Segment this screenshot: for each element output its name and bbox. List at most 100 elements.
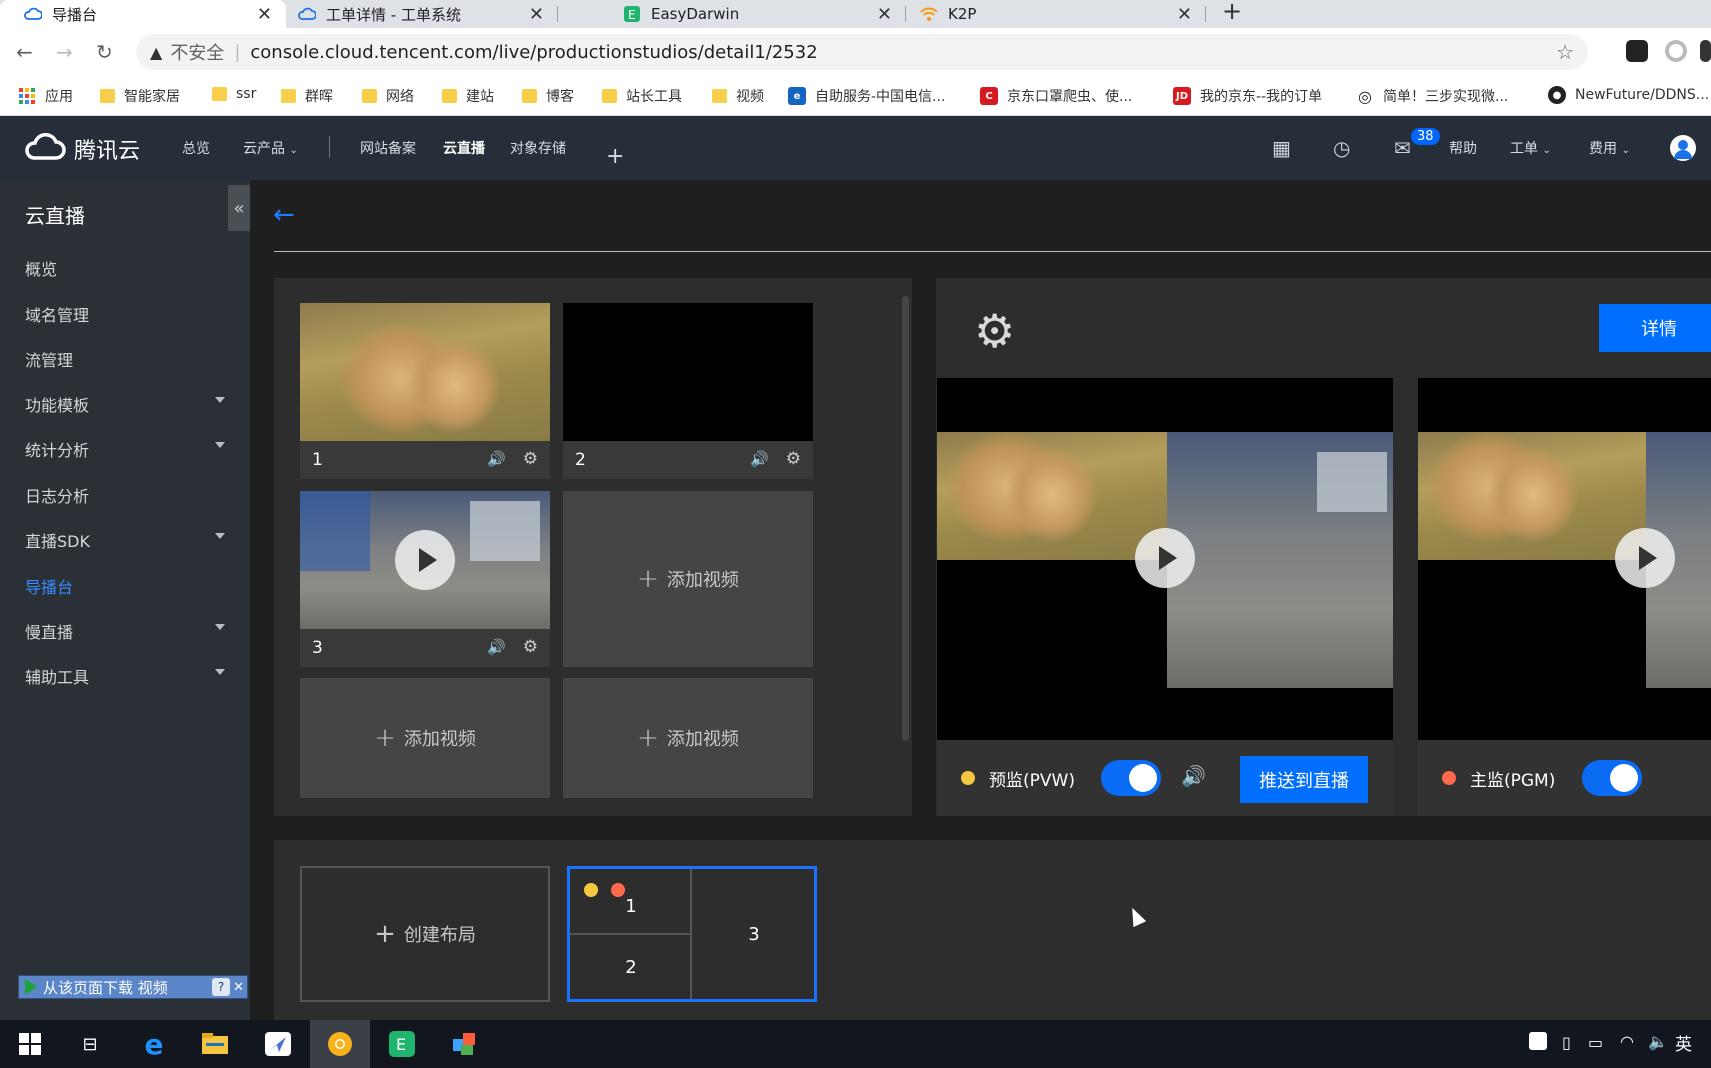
close-icon[interactable]: ✕ (1177, 4, 1192, 25)
play-icon[interactable] (1135, 528, 1195, 588)
forward-icon[interactable]: → (56, 40, 73, 64)
collapse-sidebar-button[interactable]: « (228, 185, 250, 231)
close-icon[interactable]: ✕ (233, 980, 244, 995)
chrome-icon[interactable] (324, 1028, 356, 1060)
sidebar-item-logs[interactable]: 日志分析 (25, 483, 225, 507)
bookmark-link[interactable]: e 自助服务-中国电信... (788, 86, 945, 106)
help-icon[interactable]: ? (212, 978, 231, 996)
mail-icon[interactable]: ✉ (1394, 136, 1411, 160)
nav-live[interactable]: 云直播 (443, 138, 485, 158)
browser-tab-3[interactable]: E EasyDarwin ✕ (558, 0, 906, 28)
app-taskbar-icon[interactable] (448, 1028, 480, 1060)
volume-icon[interactable]: 🔊 (487, 450, 506, 468)
gear-icon[interactable]: ⚙ (974, 304, 1015, 358)
nav-help[interactable]: 帮助 (1449, 138, 1477, 158)
file-explorer-icon[interactable] (199, 1028, 231, 1060)
tray-app-icon[interactable] (1529, 1032, 1547, 1050)
address-bar[interactable]: ▲ 不安全 | console.cloud.tencent.com/live/p… (136, 34, 1588, 70)
volume-icon[interactable]: 🔊 (750, 450, 769, 468)
gear-icon[interactable]: ⚙ (786, 449, 801, 469)
gear-icon[interactable]: ⚙ (523, 637, 538, 657)
new-tab-button[interactable]: + (1222, 0, 1242, 23)
source-tile-1[interactable]: 1 🔊 ⚙ (300, 303, 550, 479)
edge-browser-icon[interactable]: e (138, 1028, 170, 1061)
back-arrow-icon[interactable]: ← (273, 200, 295, 230)
add-video-button[interactable]: + 添加视频 (300, 678, 550, 798)
reload-icon[interactable]: ↻ (96, 40, 113, 64)
add-video-button[interactable]: + 添加视频 (563, 491, 813, 667)
extension-icon[interactable] (1626, 40, 1648, 62)
play-icon[interactable] (1615, 528, 1675, 588)
source-number: 1 (312, 450, 323, 470)
bookmark-link[interactable]: JD 我的京东--我的订单 (1173, 86, 1322, 106)
star-icon[interactable]: ☆ (1556, 40, 1574, 64)
bookmark-apps[interactable]: 应用 (18, 86, 73, 106)
bookmark-folder[interactable]: 群晖 (281, 86, 333, 106)
video-download-bar[interactable]: 从该页面下载 视频 ? ✕ (18, 975, 248, 999)
battery-icon[interactable]: ▭ (1588, 1033, 1603, 1052)
speaker-icon[interactable]: 🔈 (1648, 1032, 1668, 1051)
sidebar-item-streams[interactable]: 流管理 (25, 347, 225, 371)
browser-tab-2[interactable]: 工单详情 - 工单系统 ✕ (286, 0, 558, 28)
add-video-button[interactable]: + 添加视频 (563, 678, 813, 798)
easydarwin-taskbar-icon[interactable]: E (386, 1028, 418, 1060)
close-icon[interactable]: ✕ (257, 4, 272, 25)
bookmark-folder[interactable]: ssr (212, 86, 256, 102)
add-shortcut-button[interactable]: + (606, 144, 624, 169)
bookmark-folder[interactable]: 视频 (712, 86, 764, 106)
qr-code-icon[interactable]: ▦ (1272, 136, 1291, 160)
source-tile-2[interactable]: 2 🔊 ⚙ (563, 303, 813, 479)
usb-icon[interactable]: ▯ (1562, 1033, 1571, 1052)
bookmark-link[interactable]: ◎ 简单！三步实现微... (1356, 86, 1508, 106)
bookmark-folder[interactable]: 智能家居 (100, 86, 180, 106)
scrollbar[interactable] (902, 296, 909, 741)
windows-start-icon[interactable] (14, 1028, 46, 1060)
browser-tab-1[interactable]: 导播台 ✕ (0, 0, 286, 28)
sidebar-item-templates[interactable]: 功能模板 (25, 392, 225, 416)
task-view-icon[interactable]: ⊟ (74, 1028, 106, 1060)
source-tile-3[interactable]: 3 🔊 ⚙ (300, 491, 550, 667)
nav-tickets[interactable]: 工单 ⌄ (1510, 138, 1551, 158)
sidebar-item-tools[interactable]: 辅助工具 (25, 664, 225, 688)
nav-overview[interactable]: 总览 (182, 138, 210, 158)
sidebar-item-statistics[interactable]: 统计分析 (25, 437, 225, 461)
program-toggle[interactable] (1582, 760, 1642, 796)
nav-icp[interactable]: 网站备案 (360, 138, 416, 158)
sidebar-item-domains[interactable]: 域名管理 (25, 302, 225, 326)
folder-icon (522, 89, 537, 103)
volume-icon[interactable]: 🔊 (487, 638, 506, 656)
input-method-indicator[interactable]: 英 (1675, 1030, 1692, 1055)
clock-icon[interactable]: ◷ (1333, 136, 1350, 160)
play-icon[interactable] (395, 530, 455, 590)
gear-icon[interactable]: ⚙ (523, 449, 538, 469)
mail-app-icon[interactable] (262, 1028, 294, 1060)
bookmark-link[interactable]: ● NewFuture/DDNS... (1548, 86, 1709, 104)
bookmark-folder[interactable]: 建站 (442, 86, 494, 106)
nav-billing[interactable]: 费用 ⌄ (1589, 138, 1630, 158)
bookmark-folder[interactable]: 博客 (522, 86, 574, 106)
layout-card[interactable]: 1 2 3 (567, 866, 817, 1002)
extension-icon[interactable] (1700, 40, 1711, 62)
sidebar-item-overview[interactable]: 概览 (25, 256, 225, 280)
volume-icon[interactable]: 🔊 (1181, 764, 1206, 788)
preview-toggle[interactable] (1101, 760, 1161, 796)
bookmark-link[interactable]: C 京东口罩爬虫、使... (980, 86, 1132, 106)
nav-products[interactable]: 云产品 ⌄ (243, 138, 298, 158)
create-layout-button[interactable]: + 创建布局 (300, 866, 550, 1002)
wifi-icon[interactable]: ◠ (1620, 1032, 1634, 1051)
avatar[interactable] (1670, 135, 1696, 161)
nav-cos[interactable]: 对象存储 (510, 138, 566, 158)
back-icon[interactable]: ← (16, 40, 33, 64)
sidebar-item-director[interactable]: 导播台 (25, 574, 225, 598)
push-to-live-button[interactable]: 推送到直播 (1240, 756, 1368, 803)
bookmark-folder[interactable]: 站长工具 (602, 86, 682, 106)
close-icon[interactable]: ✕ (877, 4, 892, 25)
sidebar-item-slow-live[interactable]: 慢直播 (25, 619, 225, 643)
sidebar-item-sdk[interactable]: 直播SDK (25, 528, 225, 552)
details-button[interactable]: 详情 (1599, 304, 1711, 352)
browser-tab-4[interactable]: K2P ✕ (906, 0, 1206, 28)
close-icon[interactable]: ✕ (529, 4, 544, 25)
extension-icon[interactable] (1665, 40, 1687, 62)
bookmark-folder[interactable]: 网络 (362, 86, 414, 106)
brand-logo[interactable]: 腾讯云 (24, 132, 140, 166)
